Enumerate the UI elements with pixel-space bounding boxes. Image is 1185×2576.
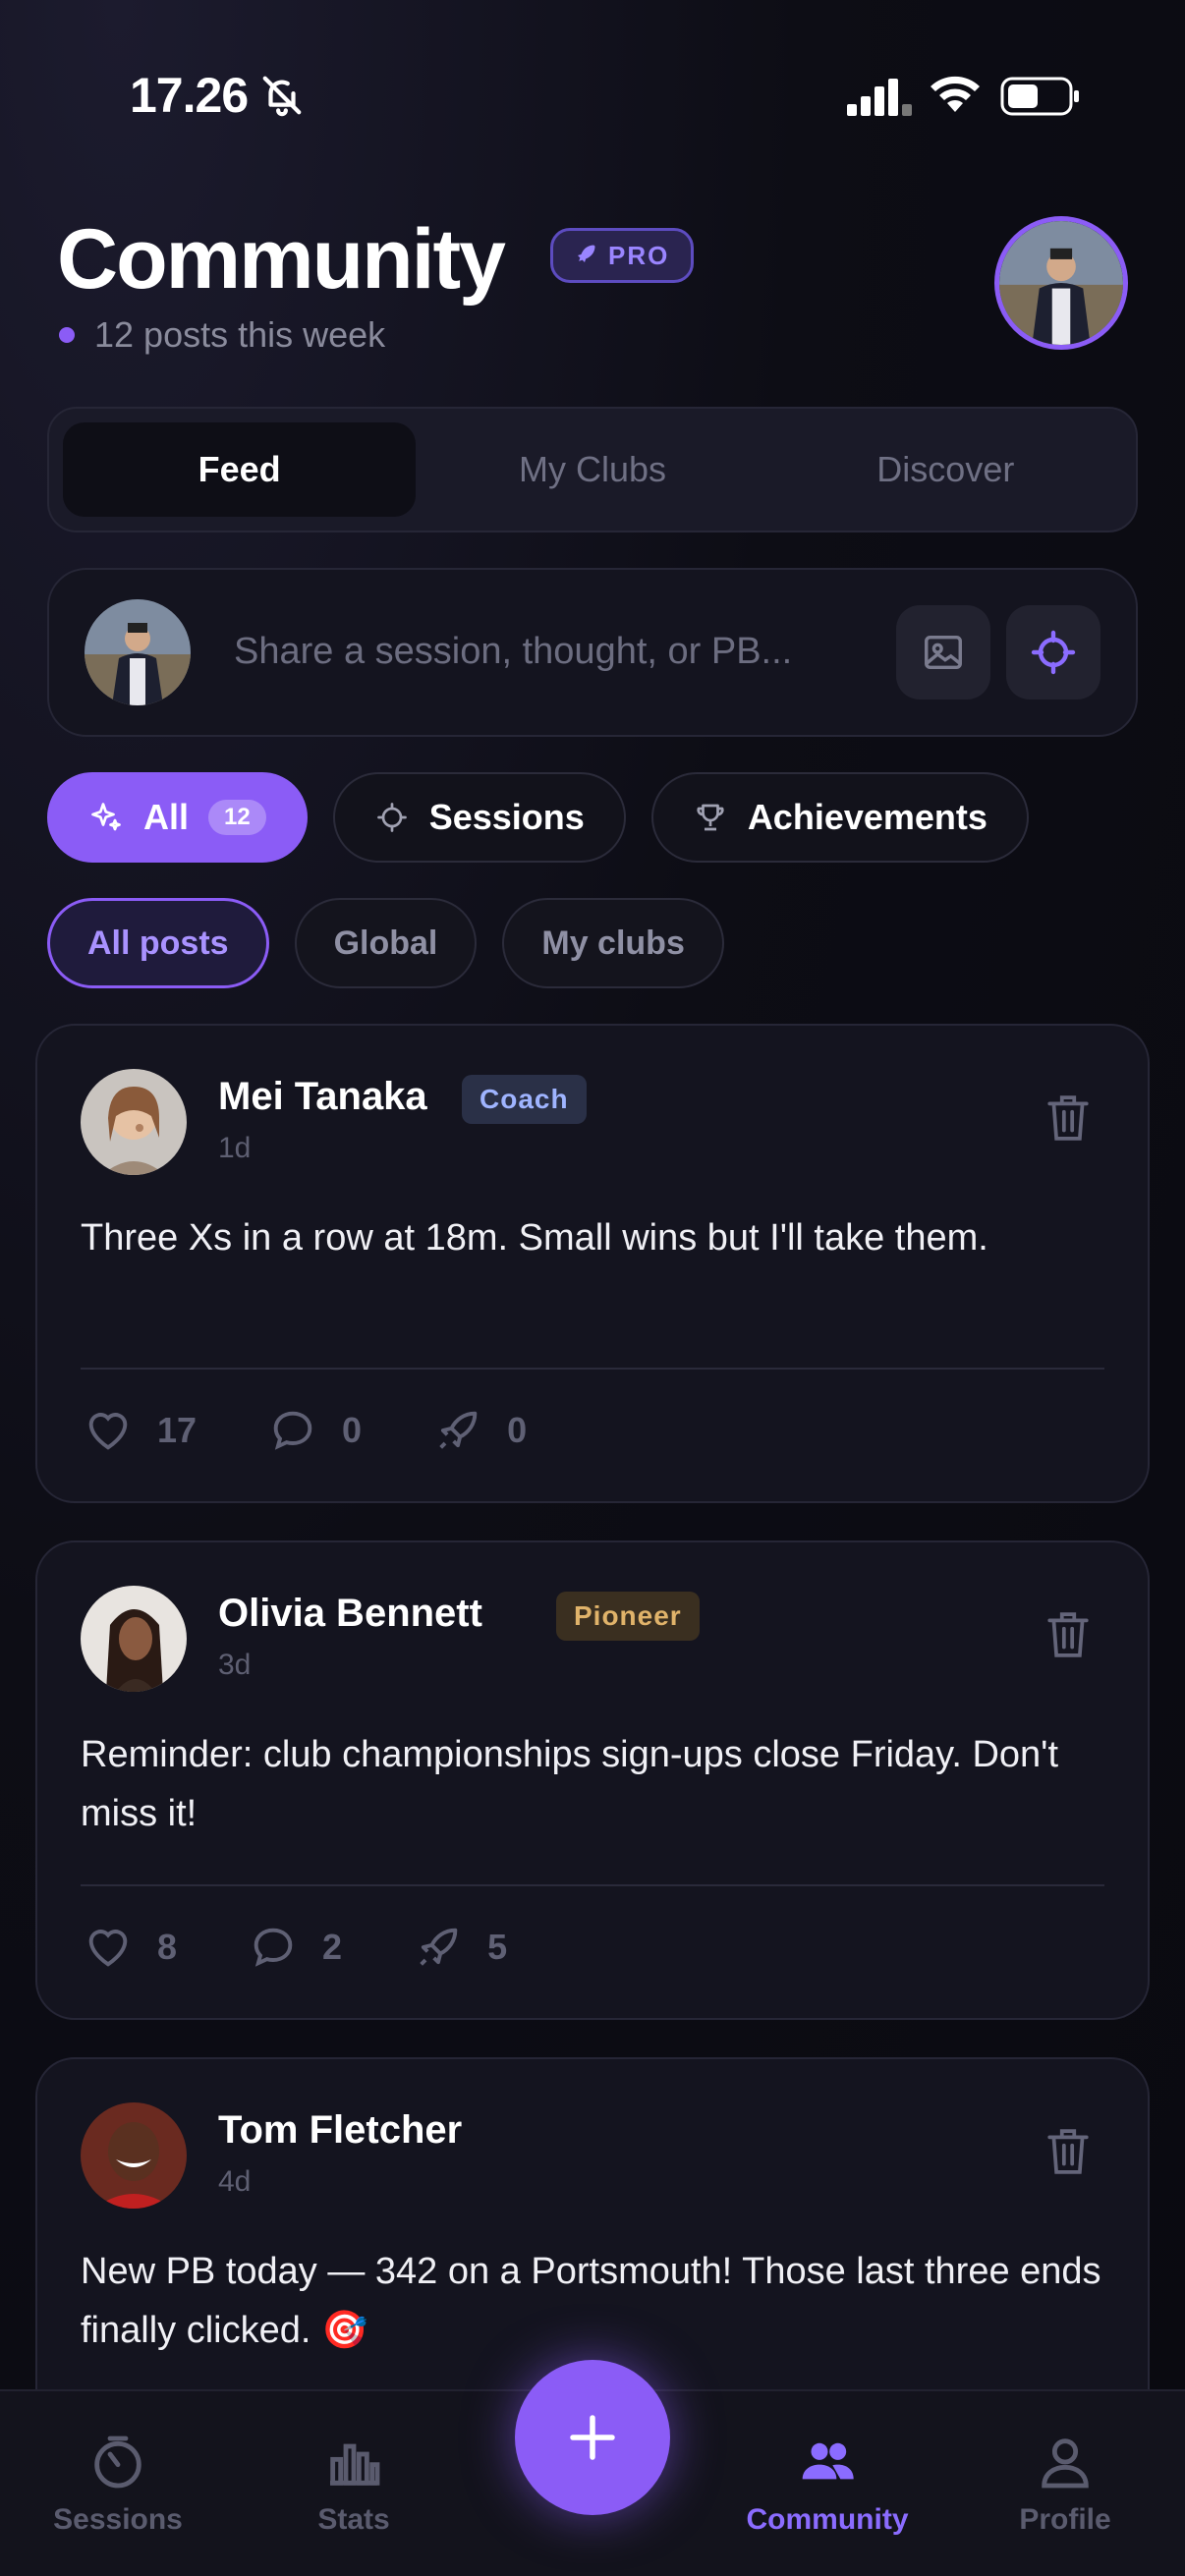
like-count: 8	[157, 1927, 178, 1967]
comment-button[interactable]: 2	[248, 1922, 342, 1973]
like-button[interactable]: 17	[83, 1405, 197, 1456]
tab-sessions[interactable]: Sessions	[20, 2431, 216, 2537]
role-badge: Coach	[462, 1075, 587, 1124]
add-photo-button[interactable]	[896, 605, 990, 700]
plus-icon	[570, 2415, 615, 2460]
category-filters: All 12 Sessions Achievements	[47, 772, 1029, 863]
tab-discover[interactable]: Discover	[769, 422, 1122, 517]
timer-icon	[94, 2436, 141, 2489]
composer-input[interactable]: Share a session, thought, or PB...	[234, 631, 792, 673]
like-count: 17	[157, 1410, 198, 1450]
filter-sessions[interactable]: Sessions	[332, 772, 626, 863]
author-name[interactable]: Tom Fletcher	[218, 2108, 462, 2153]
post-composer[interactable]: Share a session, thought, or PB...	[47, 568, 1138, 737]
author-avatar[interactable]	[81, 2102, 187, 2209]
post-body: Three Xs in a row at 18m. Small wins but…	[81, 1217, 988, 1259]
post-time: 3d	[218, 1649, 252, 1681]
heart-icon	[88, 1930, 128, 1967]
tab-feed[interactable]: Feed	[63, 422, 417, 517]
bar-chart-icon	[330, 2443, 380, 2486]
author-avatar[interactable]	[81, 1586, 187, 1692]
avatar-photo	[999, 221, 1123, 345]
signal-icon	[847, 79, 912, 116]
tab-profile[interactable]: Profile	[967, 2431, 1163, 2537]
rocket-icon	[575, 245, 595, 265]
trash-icon[interactable]	[1044, 1607, 1093, 1662]
scope-filters: All posts Global My clubs	[47, 898, 724, 988]
comment-count: 2	[322, 1927, 343, 1967]
author-name[interactable]: Olivia Bennett	[218, 1592, 482, 1636]
heart-icon	[88, 1413, 128, 1450]
boost-button[interactable]: 0	[432, 1405, 527, 1456]
filter-all[interactable]: All 12	[47, 772, 308, 863]
like-button[interactable]: 8	[83, 1922, 177, 1973]
post-divider	[81, 1368, 1104, 1370]
post-actions: 8 2 5	[83, 1922, 578, 1973]
comment-icon	[273, 1411, 312, 1450]
wifi-icon	[931, 76, 980, 112]
filter-achievements-label: Achievements	[747, 797, 988, 837]
tab-stats[interactable]: Stats	[255, 2431, 452, 2537]
scope-my-clubs[interactable]: My clubs	[502, 898, 724, 988]
users-icon	[802, 2442, 854, 2480]
post-card: Olivia Bennett Pioneer 3d Reminder: club…	[35, 1540, 1150, 2020]
comment-button[interactable]: 0	[267, 1405, 362, 1456]
status-time: 17.26	[130, 68, 249, 123]
tab-community-label: Community	[746, 2503, 909, 2536]
crosshair-icon	[376, 803, 407, 832]
bell-muted-icon	[262, 76, 302, 117]
filter-sessions-label: Sessions	[428, 797, 585, 837]
filter-all-label: All	[143, 797, 190, 837]
filter-achievements[interactable]: Achievements	[650, 772, 1029, 863]
trash-icon[interactable]	[1044, 1091, 1093, 1146]
post-body: Reminder: club championships sign-ups cl…	[81, 1734, 1058, 1834]
boost-count: 0	[507, 1410, 528, 1450]
trophy-icon	[697, 804, 724, 831]
crosshair-icon	[1031, 630, 1076, 675]
person-icon	[1042, 2438, 1089, 2489]
post-count-subtitle: 12 posts this week	[59, 314, 385, 356]
comment-count: 0	[342, 1410, 363, 1450]
tab-my-clubs[interactable]: My Clubs	[416, 422, 768, 517]
create-post-button[interactable]	[515, 2360, 670, 2515]
status-bar: 17.26	[0, 0, 1185, 138]
page-title: Community	[57, 212, 506, 307]
post-body: New PB today — 342 on a Portsmouth! Thos…	[81, 2251, 1101, 2351]
post-card: Mei Tanaka Coach 1d Three Xs in a row at…	[35, 1024, 1150, 1503]
composer-avatar	[85, 599, 191, 705]
comment-icon	[254, 1928, 293, 1967]
scope-global[interactable]: Global	[294, 898, 478, 988]
filter-all-count: 12	[208, 800, 266, 835]
trash-icon[interactable]	[1044, 2124, 1093, 2179]
add-session-button[interactable]	[1006, 605, 1100, 700]
tab-community[interactable]: Community	[729, 2431, 926, 2537]
post-actions: 17 0 0	[83, 1405, 597, 1456]
boost-count: 5	[487, 1927, 508, 1967]
author-name[interactable]: Mei Tanaka	[218, 1075, 427, 1119]
author-avatar[interactable]	[81, 1069, 187, 1175]
post-time: 1d	[218, 1132, 252, 1164]
feed-segmented-control: Feed My Clubs Discover	[47, 407, 1138, 532]
sparkles-icon	[91, 803, 121, 831]
subtitle-text: 12 posts this week	[94, 314, 386, 355]
scope-all-posts[interactable]: All posts	[47, 898, 269, 988]
pro-badge-label: PRO	[608, 240, 670, 270]
tab-profile-label: Profile	[1019, 2503, 1111, 2536]
tab-stats-label: Stats	[317, 2503, 390, 2536]
boost-button[interactable]: 5	[413, 1922, 507, 1973]
post-divider	[81, 1884, 1104, 1886]
rocket-icon	[439, 1411, 478, 1449]
pro-badge: PRO	[550, 228, 695, 283]
image-icon	[925, 635, 962, 670]
battery-icon	[1000, 77, 1079, 116]
profile-avatar[interactable]	[994, 216, 1128, 350]
tab-sessions-label: Sessions	[53, 2503, 183, 2536]
role-badge: Pioneer	[556, 1592, 700, 1641]
post-time: 4d	[218, 2165, 252, 2198]
rocket-icon	[420, 1928, 458, 1966]
status-dot	[59, 327, 75, 343]
